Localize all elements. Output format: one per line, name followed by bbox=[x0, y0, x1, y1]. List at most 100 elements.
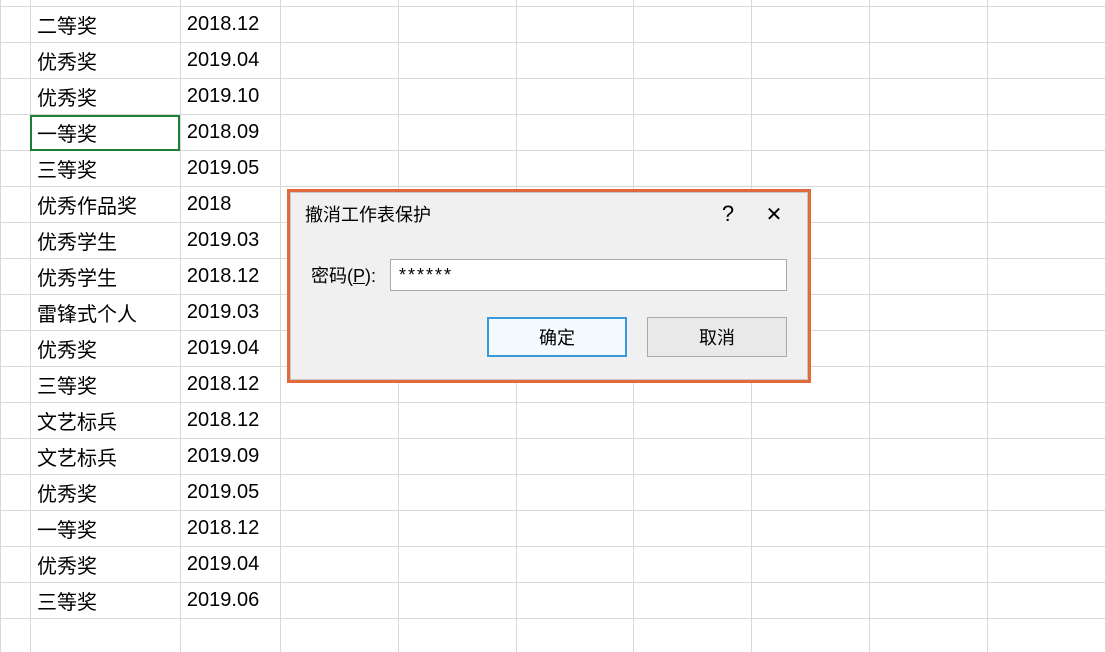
cell[interactable] bbox=[398, 511, 516, 547]
cell[interactable] bbox=[1, 475, 31, 511]
table-row[interactable]: 一等奖2018.09 bbox=[1, 115, 1106, 151]
cell[interactable]: 二等奖 bbox=[30, 7, 180, 43]
cell[interactable] bbox=[516, 511, 634, 547]
cell[interactable] bbox=[280, 151, 398, 187]
cell[interactable]: 2019.09 bbox=[180, 439, 280, 475]
cell[interactable] bbox=[752, 439, 870, 475]
cell[interactable] bbox=[516, 475, 634, 511]
cell[interactable] bbox=[398, 43, 516, 79]
cell[interactable]: 优秀奖 bbox=[30, 331, 180, 367]
cell[interactable]: 2019.10 bbox=[180, 79, 280, 115]
cell[interactable] bbox=[280, 547, 398, 583]
cell[interactable] bbox=[280, 43, 398, 79]
cell[interactable] bbox=[988, 79, 1106, 115]
cell[interactable] bbox=[634, 439, 752, 475]
cell[interactable]: 2018.12 bbox=[180, 7, 280, 43]
cell[interactable] bbox=[516, 403, 634, 439]
cell[interactable]: 2019.03 bbox=[180, 223, 280, 259]
cell[interactable] bbox=[870, 619, 988, 652]
cell[interactable] bbox=[280, 619, 398, 652]
cell[interactable] bbox=[988, 583, 1106, 619]
cell[interactable] bbox=[280, 115, 398, 151]
cell[interactable] bbox=[1, 547, 31, 583]
cell[interactable] bbox=[516, 7, 634, 43]
cell[interactable] bbox=[1, 583, 31, 619]
cell[interactable] bbox=[398, 79, 516, 115]
cell[interactable]: 2019.06 bbox=[180, 583, 280, 619]
cell[interactable]: 2018.12 bbox=[180, 259, 280, 295]
cell[interactable]: 2018.12 bbox=[180, 403, 280, 439]
cell[interactable] bbox=[280, 511, 398, 547]
cell[interactable] bbox=[280, 403, 398, 439]
cell[interactable] bbox=[752, 403, 870, 439]
cell[interactable] bbox=[870, 547, 988, 583]
ok-button[interactable]: 确定 bbox=[487, 317, 627, 357]
cell[interactable] bbox=[398, 547, 516, 583]
cell[interactable] bbox=[516, 79, 634, 115]
cell[interactable] bbox=[516, 619, 634, 652]
cell[interactable]: 2018.12 bbox=[180, 367, 280, 403]
cell[interactable] bbox=[752, 475, 870, 511]
cell[interactable] bbox=[634, 511, 752, 547]
cell[interactable] bbox=[398, 151, 516, 187]
cell[interactable] bbox=[634, 475, 752, 511]
cell[interactable] bbox=[988, 511, 1106, 547]
table-row[interactable]: 三等奖2019.06 bbox=[1, 583, 1106, 619]
cell[interactable] bbox=[870, 79, 988, 115]
cell[interactable] bbox=[516, 151, 634, 187]
cell[interactable] bbox=[870, 259, 988, 295]
cell[interactable] bbox=[398, 7, 516, 43]
cell[interactable] bbox=[870, 511, 988, 547]
cell[interactable] bbox=[1, 151, 31, 187]
cell[interactable]: 优秀奖 bbox=[30, 475, 180, 511]
cell[interactable] bbox=[516, 583, 634, 619]
cell[interactable] bbox=[398, 439, 516, 475]
cell[interactable] bbox=[1, 619, 31, 652]
cell[interactable] bbox=[398, 583, 516, 619]
table-row[interactable]: 文艺标兵2019.09 bbox=[1, 439, 1106, 475]
cell[interactable] bbox=[516, 439, 634, 475]
cancel-button[interactable]: 取消 bbox=[647, 317, 787, 357]
cell[interactable]: 一等奖 bbox=[30, 511, 180, 547]
cell[interactable] bbox=[752, 151, 870, 187]
table-row[interactable]: 优秀奖2019.05 bbox=[1, 475, 1106, 511]
cell[interactable] bbox=[516, 547, 634, 583]
cell[interactable]: 雷锋式个人 bbox=[30, 295, 180, 331]
cell[interactable] bbox=[1, 439, 31, 475]
cell[interactable] bbox=[634, 151, 752, 187]
table-row[interactable] bbox=[1, 619, 1106, 652]
cell[interactable] bbox=[988, 295, 1106, 331]
cell[interactable] bbox=[280, 439, 398, 475]
cell[interactable] bbox=[1, 187, 31, 223]
cell[interactable] bbox=[988, 475, 1106, 511]
cell[interactable] bbox=[988, 403, 1106, 439]
cell[interactable] bbox=[1, 259, 31, 295]
cell[interactable] bbox=[752, 511, 870, 547]
cell[interactable]: 2018 bbox=[180, 187, 280, 223]
table-row[interactable]: 优秀奖2019.04 bbox=[1, 43, 1106, 79]
cell[interactable] bbox=[988, 151, 1106, 187]
cell[interactable]: 优秀作品奖 bbox=[30, 187, 180, 223]
cell[interactable] bbox=[1, 403, 31, 439]
cell[interactable] bbox=[870, 475, 988, 511]
cell[interactable] bbox=[752, 43, 870, 79]
cell[interactable] bbox=[280, 7, 398, 43]
cell[interactable] bbox=[634, 43, 752, 79]
table-row[interactable]: 优秀奖2019.04 bbox=[1, 547, 1106, 583]
cell[interactable]: 优秀奖 bbox=[30, 79, 180, 115]
cell[interactable] bbox=[988, 619, 1106, 652]
cell[interactable] bbox=[398, 115, 516, 151]
cell[interactable] bbox=[280, 79, 398, 115]
cell[interactable] bbox=[1, 43, 31, 79]
cell[interactable]: 三等奖 bbox=[30, 367, 180, 403]
cell[interactable] bbox=[1, 295, 31, 331]
cell[interactable] bbox=[988, 43, 1106, 79]
cell[interactable] bbox=[870, 331, 988, 367]
password-input[interactable] bbox=[390, 259, 787, 291]
cell[interactable]: 优秀学生 bbox=[30, 259, 180, 295]
cell[interactable] bbox=[752, 547, 870, 583]
cell[interactable]: 三等奖 bbox=[30, 151, 180, 187]
table-row[interactable]: 二等奖2018.12 bbox=[1, 7, 1106, 43]
cell[interactable] bbox=[988, 331, 1106, 367]
table-row[interactable]: 一等奖2018.12 bbox=[1, 511, 1106, 547]
